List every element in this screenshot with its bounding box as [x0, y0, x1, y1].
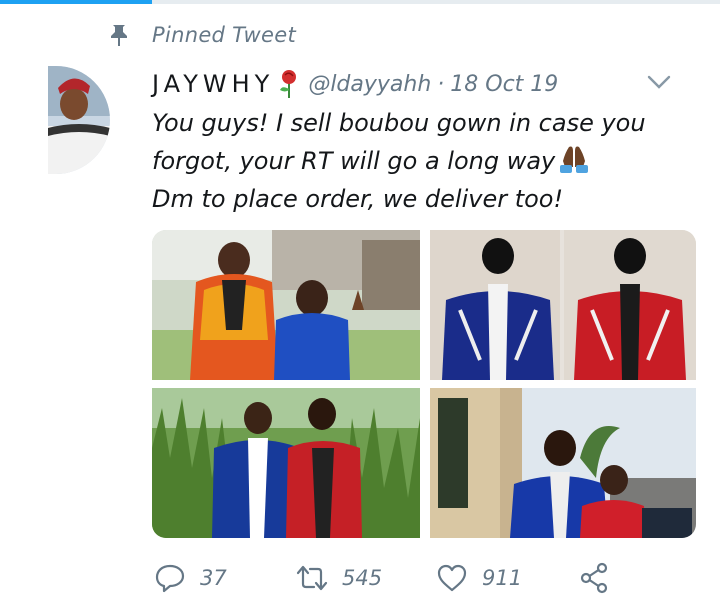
avatar[interactable] [48, 66, 110, 174]
chevron-down-icon[interactable] [646, 72, 672, 92]
tweet-text-line: You guys! I sell boubou gown in case you [152, 109, 646, 137]
reply-button[interactable]: 37 [154, 558, 227, 598]
user-handle[interactable]: @ldayyahh [308, 72, 431, 97]
retweet-button[interactable]: 545 [296, 558, 382, 598]
tweet-date[interactable]: 18 Oct 19 [450, 72, 558, 97]
separator-dot: · [437, 71, 445, 97]
retweet-count: 545 [342, 566, 383, 590]
share-icon [580, 562, 608, 594]
pinned-label: Pinned Tweet [152, 23, 297, 47]
tweet-header: JAYWHY @ldayyahh · 18 Oct 19 [152, 66, 702, 102]
tweet-text-line: forgot, your RT will go a long way [152, 142, 692, 180]
share-button[interactable] [578, 558, 610, 598]
pin-icon [111, 25, 127, 46]
retweet-icon [296, 565, 328, 591]
tweet-photo-4[interactable] [430, 388, 696, 538]
top-progress-bar [0, 0, 720, 4]
tweet-photo-2[interactable] [430, 230, 696, 380]
like-button[interactable]: 911 [436, 558, 522, 598]
tweet-photo-3[interactable] [152, 388, 420, 538]
tweet-actions: 37 545 911 [154, 558, 694, 598]
tweet-text-line-content: forgot, your RT will go a long way [152, 147, 556, 175]
reply-count: 37 [200, 566, 227, 590]
tweet-text-line: Dm to place order, we deliver too! [152, 185, 564, 213]
rose-icon [280, 70, 297, 98]
like-icon [437, 564, 467, 592]
top-accent-bar [0, 0, 152, 4]
reply-icon [155, 564, 185, 593]
tweet-text: You guys! I sell boubou gown in case you… [152, 104, 692, 218]
like-count: 911 [482, 566, 523, 590]
pinned-tweet-indicator: Pinned Tweet [108, 20, 296, 50]
display-name[interactable]: JAYWHY [152, 70, 274, 98]
folded-hands-icon [560, 146, 589, 173]
tweet-photo-1[interactable] [152, 230, 420, 380]
